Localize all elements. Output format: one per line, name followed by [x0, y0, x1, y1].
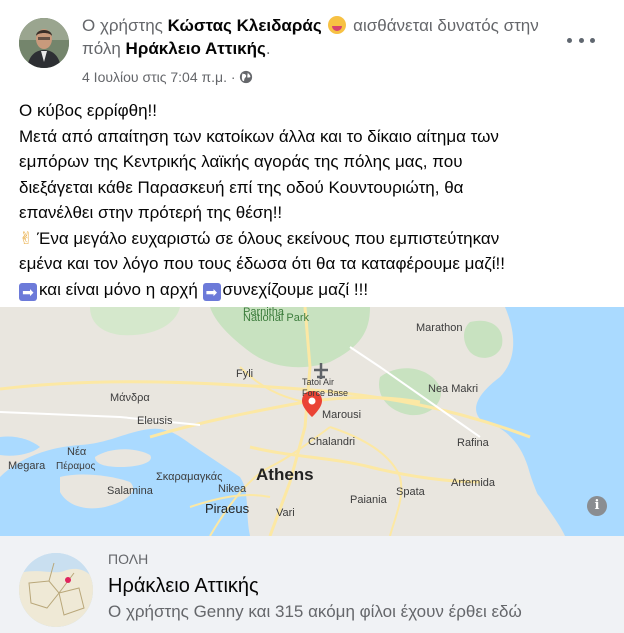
map-label-tatoi1: Tatoi Air [302, 377, 335, 387]
map-canvas [0, 307, 624, 536]
meta-separator: · [230, 69, 236, 85]
post-header: Ο χρήστης Κώστας Κλειδαράς αισθάνεται δυ… [0, 0, 624, 92]
author-name-link[interactable]: Κώστας Κλειδαράς [168, 16, 322, 35]
post-date-link[interactable]: 4 Ιουλίου στις 7:04 π.μ. [82, 69, 227, 85]
map-label-marousi: Marousi [322, 409, 362, 421]
map-label-skaramangas: Σκαραμαγκάς [156, 471, 223, 483]
more-options-icon[interactable] [567, 28, 595, 52]
post-body: Ο κύβος ερρίφθη!! Μετά από απαίτηση των … [19, 98, 615, 302]
place-name[interactable]: Ηράκλειο Αττικής [108, 575, 259, 598]
place-visitors: Ο χρήστης Genny και 315 ακόμη φίλοι έχου… [108, 602, 522, 621]
headline-suffix: . [265, 39, 271, 58]
map-label-park2: National Park [243, 312, 310, 324]
author-avatar[interactable] [19, 18, 69, 68]
map-label-nea-makri: Nea Makri [428, 383, 479, 395]
post-line: Ο κύβος ερρίφθη!! [19, 101, 157, 120]
right-arrow-icon: ➡ [19, 282, 37, 301]
right-arrow-icon: ➡ [202, 282, 221, 301]
map-label-tatoi2: Force Base [302, 388, 349, 398]
headline-prefix: Ο χρήστης [82, 16, 168, 35]
map-label-peramos: Πέραμος [56, 461, 96, 472]
thanks-text: Ένα μεγάλο ευχαριστώ σε όλους εκείνους π… [37, 228, 500, 248]
closing-line: ➡ και είναι μόνο η αρχή ➡ συνεχίζουμε μαζί… [19, 277, 615, 303]
location-map[interactable]: Parnitha National Park Marathon Fyli Tat… [0, 306, 624, 536]
map-label-athens: Athens [256, 465, 314, 484]
place-map-thumbnail[interactable] [19, 553, 93, 627]
post-line: εμένα και τον λόγο που τους έδωσα ότι θα… [19, 254, 505, 273]
location-link[interactable]: Ηράκλειο Αττικής [126, 39, 266, 58]
map-label-fyli: Fyli [236, 368, 254, 380]
map-label-spata: Spata [396, 486, 425, 498]
closing-text-2: συνεχίζουμε μαζί !!! [222, 279, 369, 299]
victory-hand-icon: ✌ [19, 228, 34, 248]
map-label-nikea: Nikea [218, 483, 247, 495]
map-label-piraeus: Piraeus [205, 501, 250, 516]
post-line: διεξάγεται κάθε Παρασκευή επί της οδού Κ… [19, 177, 464, 197]
post-line: Μετά από απαίτηση των κατοίκων άλλα και … [19, 126, 499, 146]
map-label-eleusis: Eleusis [137, 415, 173, 427]
map-label-mandra: Μάνδρα [110, 392, 150, 404]
map-label-artemida: Artemida [451, 477, 496, 489]
map-label-vari: Vari [276, 507, 295, 519]
hot-face-emoji-icon [328, 16, 347, 34]
place-type: ΠΟΛΗ [108, 551, 149, 567]
map-label-marathon: Marathon [416, 322, 463, 334]
map-label-nea: Νέα [67, 446, 87, 458]
closing-text-1: και είναι μόνο η αρχή [39, 279, 203, 299]
map-label-paiania: Paiania [350, 494, 387, 506]
post-line: εμπόρων της Κεντρικής λαϊκής αγοράς της … [19, 152, 463, 171]
map-label-salamina: Salamina [107, 485, 153, 497]
map-label-megara: Megara [8, 460, 46, 472]
map-label-chalandri: Chalandri [308, 436, 356, 448]
place-pin-icon [65, 577, 71, 583]
post-headline: Ο χρήστης Κώστας Κλειδαράς αισθάνεται δυ… [82, 14, 552, 60]
map-info-button[interactable]: i [587, 496, 607, 516]
place-card[interactable]: ΠΟΛΗ Ηράκλειο Αττικής Ο χρήστης Genny κα… [0, 536, 624, 633]
map-label-rafina: Rafina [457, 437, 489, 449]
post-line: επανέλθει στην πρότερή της θέση!! [19, 203, 283, 222]
post-meta: 4 Ιουλίου στις 7:04 π.μ. · [82, 67, 253, 87]
thanks-line: ✌ Ένα μεγάλο ευχαριστώ σε όλους εκείνους … [19, 226, 615, 252]
public-globe-icon[interactable] [239, 70, 253, 84]
